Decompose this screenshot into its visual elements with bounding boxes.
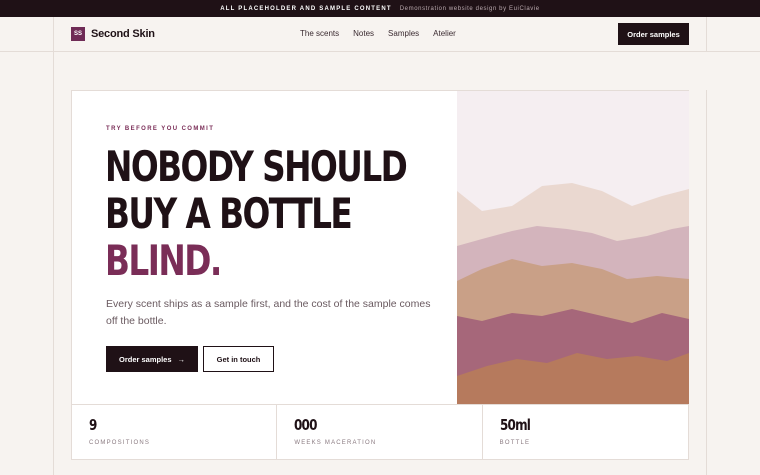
stat-weeks-maceration: 000 WEEKS MACERATION	[277, 405, 483, 460]
credit-text: Demonstration website design by EuiClavi…	[399, 5, 540, 12]
mountain-layers-graphic	[457, 91, 689, 404]
hero-card: TRY BEFORE YOU COMMIT NOBODY SHOULD BUY …	[71, 90, 689, 460]
nav-link-scents[interactable]: The scents	[300, 29, 339, 38]
headline-accent: BLIND.	[105, 236, 222, 285]
stat-label: BOTTLE	[499, 440, 531, 446]
hero-subtext: Every scent ships as a sample first, and…	[106, 298, 431, 327]
stat-value: 9	[89, 416, 97, 434]
headline-line-2: BUY A BOTTLE	[105, 189, 353, 238]
get-in-touch-button[interactable]: Get in touch	[203, 346, 274, 372]
hero-headline: NOBODY SHOULD BUY A BOTTLE BLIND.	[105, 142, 408, 285]
header-divider-left	[53, 17, 54, 52]
hero-eyebrow: TRY BEFORE YOU COMMIT	[106, 126, 215, 132]
site-header: SS Second Skin The scents Notes Samples …	[0, 17, 760, 52]
announcement-bar: ALL PLACEHOLDER AND SAMPLE CONTENT Demon…	[0, 0, 760, 17]
nav-link-atelier[interactable]: Atelier	[433, 29, 456, 38]
nav-link-samples[interactable]: Samples	[388, 29, 419, 38]
brand-logo-link[interactable]: SS Second Skin	[71, 27, 155, 41]
headline-line-1: NOBODY SHOULD	[105, 142, 408, 191]
logo-mark: SS	[71, 27, 85, 41]
stats-row: 9 COMPOSITIONS 000 WEEKS MACERATION 50ml…	[72, 404, 688, 460]
arrow-right-icon: →	[177, 354, 186, 364]
hero-order-samples-button[interactable]: Order samples →	[106, 346, 198, 372]
main-nav: The scents Notes Samples Atelier	[300, 29, 456, 38]
stat-label: COMPOSITIONS	[89, 440, 151, 446]
header-order-samples-button[interactable]: Order samples	[618, 23, 689, 45]
stat-bottle: 50ml BOTTLE	[483, 405, 688, 460]
page-divider-left	[53, 52, 54, 475]
stat-value: 000	[294, 416, 317, 434]
page-divider-right	[706, 90, 707, 475]
stat-compositions: 9 COMPOSITIONS	[72, 405, 278, 460]
brand-name: Second Skin	[91, 28, 155, 40]
stat-value: 50ml	[499, 416, 531, 434]
hero-order-samples-label: Order samples	[118, 354, 172, 364]
mountain-illustration	[457, 91, 689, 404]
nav-link-notes[interactable]: Notes	[353, 29, 374, 38]
header-divider-right	[706, 17, 707, 52]
announcement-text: ALL PLACEHOLDER AND SAMPLE CONTENT	[220, 5, 392, 12]
stat-label: WEEKS MACERATION	[294, 440, 377, 446]
